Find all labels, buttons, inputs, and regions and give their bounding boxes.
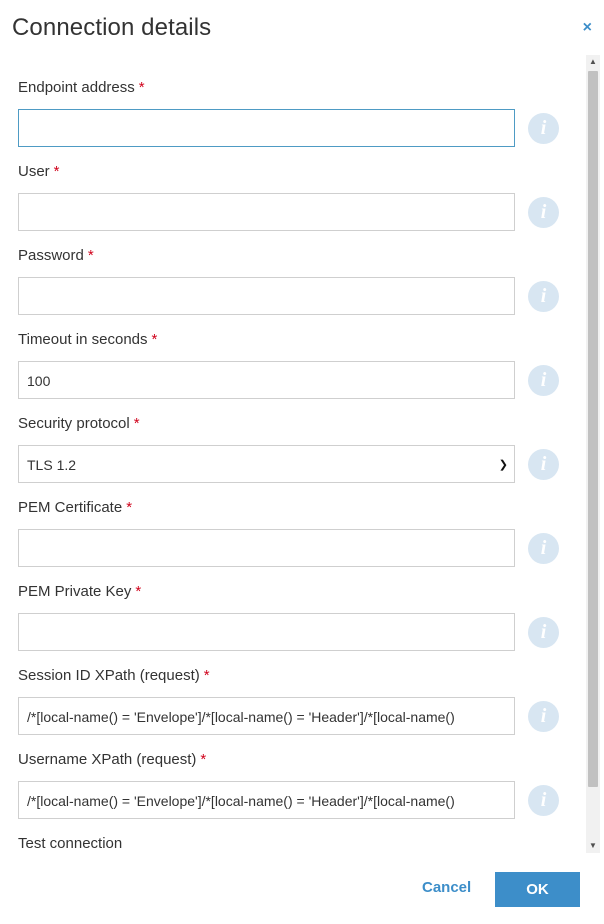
field-label: Username XPath (request) * <box>18 751 207 768</box>
pem-private-key-input[interactable] <box>18 613 515 651</box>
field-timeout: Timeout in seconds * 100 i <box>18 330 585 399</box>
field-test-connection: Test connection i <box>18 834 585 853</box>
scroll-down-arrow-icon[interactable]: ▼ <box>586 839 600 853</box>
chevron-down-icon: ❯ <box>498 459 508 471</box>
field-label: Timeout in seconds * <box>18 331 158 348</box>
password-input[interactable] <box>18 277 515 315</box>
security-protocol-select[interactable]: TLS 1.2 ❯ <box>18 445 515 483</box>
required-marker: * <box>151 331 158 348</box>
cancel-button[interactable]: Cancel <box>422 879 471 896</box>
required-marker: * <box>87 247 94 264</box>
field-label: Endpoint address * <box>18 79 145 96</box>
field-endpoint-address: Endpoint address * i <box>18 78 585 147</box>
field-session-id-xpath: Session ID XPath (request) * /*[local-nam… <box>18 666 585 735</box>
info-icon[interactable]: i <box>528 197 559 228</box>
info-icon[interactable]: i <box>528 365 559 396</box>
info-icon[interactable]: i <box>528 449 559 480</box>
scroll-up-arrow-icon[interactable]: ▲ <box>586 55 600 69</box>
required-marker: * <box>133 415 140 432</box>
user-input[interactable] <box>18 193 515 231</box>
required-marker: * <box>135 583 142 600</box>
field-pem-certificate: PEM Certificate * i <box>18 498 585 567</box>
info-icon[interactable]: i <box>528 617 559 648</box>
field-security-protocol: Security protocol * TLS 1.2 ❯ i <box>18 414 585 483</box>
field-label: Security protocol * <box>18 415 140 432</box>
info-icon[interactable]: i <box>528 785 559 816</box>
field-label: PEM Certificate * <box>18 499 133 516</box>
ok-button[interactable]: OK <box>495 872 580 907</box>
pem-certificate-input[interactable] <box>18 529 515 567</box>
field-password: Password * i <box>18 246 585 315</box>
session-id-xpath-input[interactable]: /*[local-name() = 'Envelope']/*[local-na… <box>18 697 515 735</box>
field-label: Password * <box>18 247 94 264</box>
timeout-input[interactable]: 100 <box>18 361 515 399</box>
field-label: User * <box>18 163 60 180</box>
required-marker: * <box>138 79 145 96</box>
field-user: User * i <box>18 162 585 231</box>
field-label: PEM Private Key * <box>18 583 142 600</box>
scrollbar[interactable]: ▲ ▼ <box>586 55 600 853</box>
info-icon[interactable]: i <box>528 701 559 732</box>
username-xpath-input[interactable]: /*[local-name() = 'Envelope']/*[local-na… <box>18 781 515 819</box>
info-icon[interactable]: i <box>528 113 559 144</box>
info-icon[interactable]: i <box>528 281 559 312</box>
required-marker: * <box>203 667 210 684</box>
info-icon[interactable]: i <box>528 533 559 564</box>
select-value: TLS 1.2 <box>27 457 77 473</box>
required-marker: * <box>126 499 133 516</box>
dialog-title: Connection details <box>12 14 212 41</box>
test-connection-label: Test connection <box>18 835 123 852</box>
scroll-thumb[interactable] <box>588 71 598 787</box>
endpoint-address-input[interactable] <box>18 109 515 147</box>
required-marker: * <box>200 751 207 768</box>
required-marker: * <box>53 163 60 180</box>
field-label: Session ID XPath (request) * <box>18 667 210 684</box>
field-username-xpath: Username XPath (request) * /*[local-name(… <box>18 750 585 819</box>
close-icon[interactable]: × <box>583 20 592 36</box>
field-pem-private-key: PEM Private Key * i <box>18 582 585 651</box>
form-scroll-area: Endpoint address * i User * i Password * i … <box>0 55 585 853</box>
